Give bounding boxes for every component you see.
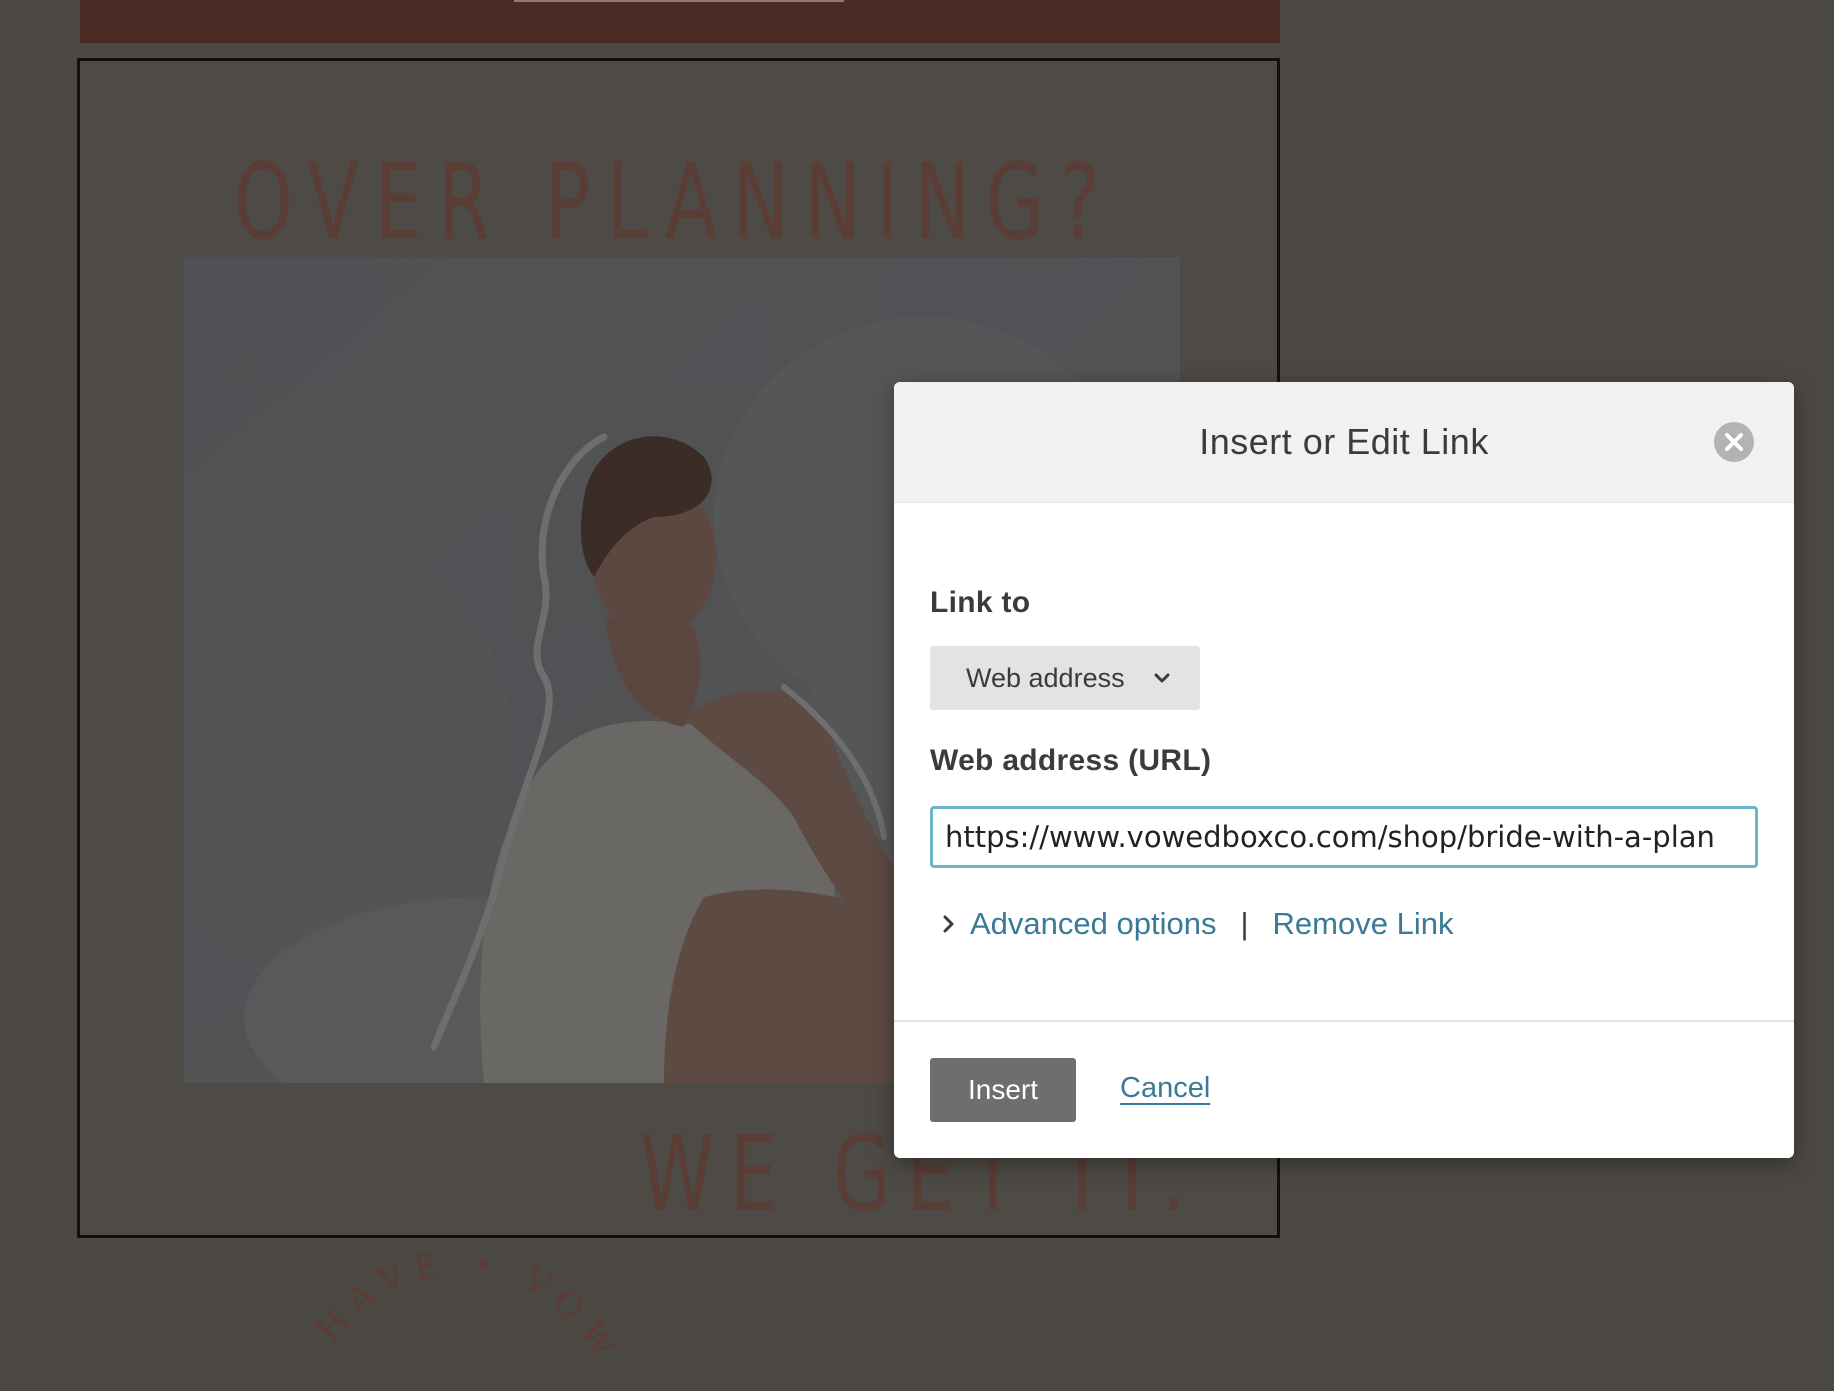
url-input[interactable]	[930, 806, 1758, 868]
options-separator: |	[1240, 906, 1249, 941]
remove-link-button[interactable]: Remove Link	[1273, 906, 1454, 942]
close-button[interactable]	[1714, 422, 1754, 462]
insert-button[interactable]: Insert	[930, 1058, 1076, 1122]
url-label: Web address (URL)	[930, 744, 1212, 777]
dialog-title: Insert or Edit Link	[1199, 421, 1489, 462]
banner-underline	[514, 0, 844, 2]
link-type-select[interactable]: Web address	[930, 646, 1200, 710]
insert-edit-link-dialog: Insert or Edit Link Link to Web address …	[894, 382, 1794, 1158]
svg-text:HAVE • VOWED: HAVE • VOWED	[280, 1171, 628, 1373]
chevron-down-icon	[1154, 673, 1170, 683]
seal-text: HAVE • VOWED	[280, 1171, 618, 1373]
close-icon	[1725, 433, 1743, 451]
link-type-value: Web address	[966, 663, 1125, 693]
dialog-footer-divider	[894, 1020, 1794, 1022]
link-to-label: Link to	[930, 586, 1031, 619]
email-top-banner	[80, 0, 1280, 43]
chevron-right-icon	[943, 915, 954, 933]
options-row: Advanced options | Remove Link	[940, 894, 1453, 954]
cancel-button[interactable]: Cancel	[1120, 1072, 1210, 1105]
vowed-seal-graphic: HAVE • VOWED	[280, 1171, 628, 1373]
dialog-header: Insert or Edit Link	[894, 382, 1794, 503]
advanced-options-link[interactable]: Advanced options	[970, 906, 1216, 942]
email-headline-top: OVER PLANNING?	[234, 141, 1116, 263]
